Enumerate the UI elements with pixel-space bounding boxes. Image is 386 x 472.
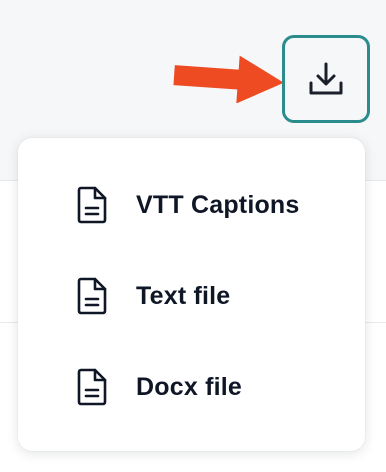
menu-item-label: Text file [136, 281, 231, 310]
document-icon [77, 368, 107, 406]
menu-item-docx-file[interactable]: Docx file [18, 347, 365, 427]
download-icon [309, 62, 343, 95]
document-icon [77, 186, 107, 224]
export-menu: VTT Captions Text file Docx file [18, 138, 365, 451]
menu-item-text-file[interactable]: Text file [18, 256, 365, 336]
download-button[interactable] [282, 35, 370, 123]
menu-item-vtt-captions[interactable]: VTT Captions [18, 165, 365, 245]
document-icon [77, 277, 107, 315]
menu-item-label: VTT Captions [136, 190, 300, 219]
pointer-arrow-icon [173, 55, 284, 103]
menu-item-label: Docx file [136, 372, 242, 401]
